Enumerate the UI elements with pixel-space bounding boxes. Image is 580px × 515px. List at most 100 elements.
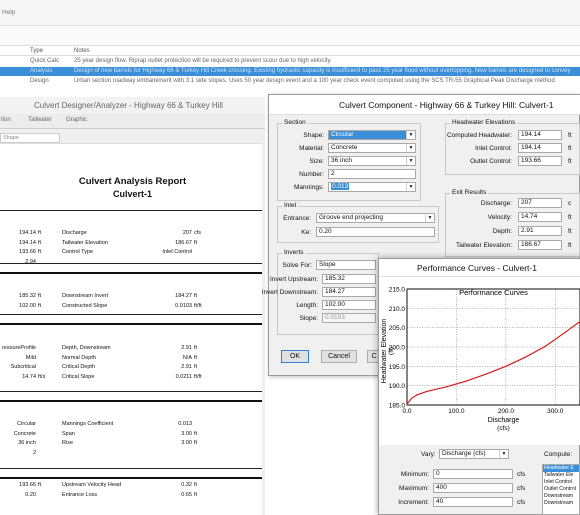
- maximum-input[interactable]: 400: [433, 483, 513, 493]
- tab-graphic[interactable]: Graphic: [66, 117, 87, 123]
- chevron-down-icon[interactable]: ▼: [406, 144, 415, 152]
- report-cell-rl: Mannings Coefficient: [62, 421, 114, 427]
- report-cell-lu: ft/s: [38, 373, 46, 380]
- computed-headwater-value: 194.14: [518, 130, 562, 140]
- minimum-input[interactable]: 0: [433, 469, 513, 479]
- report-cell-rv: 0.013: [178, 421, 192, 427]
- chart-title: Performance Curves: [459, 288, 528, 297]
- chevron-down-icon[interactable]: ▼: [406, 131, 415, 139]
- report-row: 194.14 ft Tailwater Elevation 186.67 ft: [0, 239, 262, 248]
- data-point: [564, 331, 566, 333]
- ke-label: Ke:: [301, 229, 311, 236]
- data-point: [544, 345, 546, 347]
- data-point: [426, 390, 428, 393]
- data-point: [416, 394, 418, 396]
- report-cell-rl: Normal Depth: [62, 354, 96, 361]
- report-cell-ru: ft: [194, 345, 198, 351]
- compute-option[interactable]: Inlet Control: [543, 479, 579, 486]
- unit: ft: [568, 158, 572, 165]
- vary-dropdown[interactable]: Discharge (cfs) ▼: [439, 449, 509, 459]
- compute-option[interactable]: Headwater E: [543, 465, 579, 472]
- report-selector[interactable]: Shape: [0, 133, 60, 143]
- compute-listbox[interactable]: Headwater E Tailwater Ele Inlet Control …: [542, 464, 580, 515]
- divider: [0, 477, 262, 479]
- y-tick-label: 205.0: [389, 325, 406, 332]
- group-label: Exit Results: [450, 189, 489, 196]
- report-cell-ru: ft: [194, 430, 198, 437]
- material-dropdown[interactable]: Concrete ▼: [328, 143, 416, 153]
- chevron-down-icon[interactable]: ▼: [406, 157, 415, 165]
- discharge-label: Discharge:: [480, 200, 512, 207]
- y-tick-label: 190.0: [389, 383, 406, 390]
- tab-section[interactable]: tion: [1, 117, 11, 123]
- increment-input[interactable]: 40: [433, 497, 513, 507]
- chevron-down-icon[interactable]: ▼: [425, 214, 434, 222]
- invert-downstream-input[interactable]: 184.27: [322, 287, 376, 297]
- dialog-title: Culvert Component - Highway 66 & Turkey …: [269, 95, 580, 115]
- report-cell-rv: 2.91: [181, 345, 192, 351]
- report-cell-lv: 36 inch: [18, 440, 36, 446]
- chevron-down-icon[interactable]: ▼: [406, 183, 415, 191]
- minimum-label: Minimum:: [400, 471, 429, 478]
- report-cell-rl: Critical Depth: [62, 364, 96, 370]
- window-title: Culvert Designer/Analyzer - Highway 66 &…: [0, 97, 265, 114]
- slope-input: 0.0103: [322, 313, 376, 323]
- report-cell-rv: 184.27: [175, 293, 192, 299]
- invert-upstream-input[interactable]: 185.32: [322, 274, 376, 284]
- report-cell-lv: Mild: [25, 354, 36, 361]
- row-notes: Urban section roadway embankment with 3:…: [74, 78, 555, 84]
- cancel-button[interactable]: Cancel: [321, 350, 357, 363]
- column-header-type[interactable]: Type: [30, 47, 43, 55]
- depth-label: Depth:: [492, 228, 512, 235]
- tab-tailwater[interactable]: Tailwater: [28, 117, 52, 123]
- row-notes: Design of new barrels for Highway 66 & T…: [74, 68, 571, 74]
- chevron-down-icon[interactable]: ▼: [499, 450, 508, 458]
- size-dropdown[interactable]: 36 inch ▼: [328, 156, 416, 166]
- group-label: Headwater Elevations: [450, 119, 518, 126]
- table-row-selected[interactable]: Analysis Design of new barrels for Highw…: [0, 67, 580, 76]
- report-cell-rl: Rise: [62, 440, 74, 446]
- report-cell-lv: 102.00: [19, 302, 36, 309]
- x-tick-label: 0.0: [402, 408, 411, 415]
- mannings-dropdown[interactable]: 0.013 ▼: [328, 182, 416, 192]
- outlet-control-label: Outlet Control:: [470, 158, 512, 165]
- number-input[interactable]: 2: [328, 169, 416, 179]
- report-row: 36 inch Rise 3.00 ft: [0, 439, 262, 448]
- report-cell-lv: 193.66: [19, 249, 36, 255]
- compute-option[interactable]: Outlet Control: [543, 486, 579, 493]
- x-tick-label: 100.0: [448, 408, 465, 415]
- entrance-dropdown[interactable]: Groove end projecting ▼: [316, 213, 435, 223]
- divider: [0, 263, 262, 264]
- shape-value: Circular: [331, 131, 354, 138]
- data-point: [465, 380, 467, 382]
- solve-for-dropdown[interactable]: Slope: [316, 260, 376, 270]
- velocity-label: Velocity:: [487, 214, 512, 221]
- table-row[interactable]: Quick Calc 25 year design flow. Riprap o…: [0, 57, 580, 66]
- length-input[interactable]: 102.00: [322, 300, 376, 310]
- group-label: Inlet: [282, 202, 299, 209]
- unit: ft: [568, 214, 572, 221]
- ok-button[interactable]: OK: [281, 350, 309, 363]
- column-header-notes[interactable]: Notes: [74, 47, 90, 55]
- report-cell-ru: ft/ft: [194, 373, 202, 380]
- report-cell-ru: ft: [194, 354, 198, 361]
- mannings-value: 0.013: [331, 183, 350, 190]
- divider: [0, 391, 262, 392]
- inlet-group: Inlet Entrance: Groove end projecting ▼ …: [277, 202, 439, 243]
- compute-option[interactable]: Tailwater Ele: [543, 472, 579, 479]
- report-row: Concrete Span 3.00 ft: [0, 430, 262, 439]
- menu-item-help[interactable]: Help: [2, 9, 15, 16]
- compute-option[interactable]: Downstream: [543, 500, 579, 507]
- compute-option[interactable]: Downstream: [543, 493, 579, 500]
- divider: [0, 468, 262, 469]
- report-cell-lv: ressureProfile: [2, 345, 36, 351]
- report-title: Culvert Analysis Report: [78, 176, 187, 187]
- data-point: [445, 386, 448, 388]
- ke-input[interactable]: 0.20: [316, 227, 435, 237]
- window-title: Performance Curves - Culvert-1: [379, 259, 580, 277]
- shape-dropdown[interactable]: Circular ▼: [328, 130, 416, 140]
- unit: cfs: [517, 499, 526, 506]
- tab-bar: tion Tailwater Graphic: [0, 114, 265, 129]
- table-row[interactable]: Design Urban section roadway embankment …: [0, 77, 580, 86]
- y-tick-label: 195.0: [389, 364, 406, 371]
